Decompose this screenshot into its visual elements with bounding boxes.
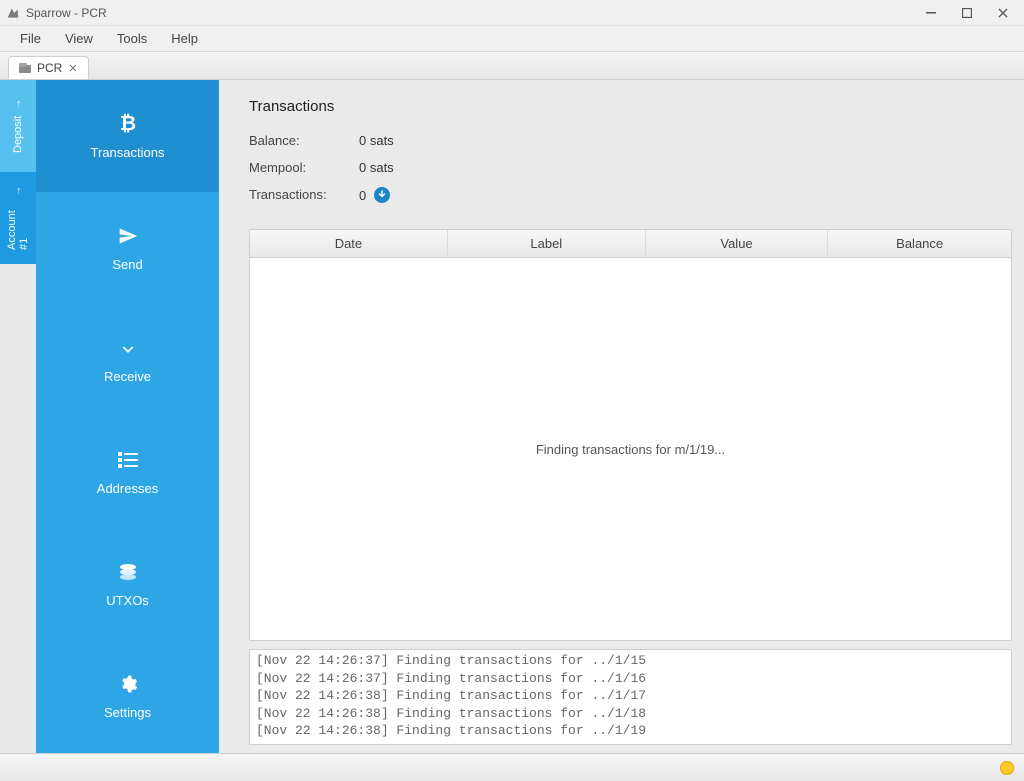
window-close-button[interactable] [986, 3, 1020, 23]
transactions-count-label: Transactions: [249, 187, 349, 203]
rail-account-label: Account #1 [6, 202, 30, 250]
rail-tab-account[interactable]: Account #1 → [0, 172, 36, 264]
vertical-rail: Deposit → Account #1 → [0, 80, 36, 753]
bitcoin-icon: ₿ [117, 113, 139, 135]
balance-value: 0 sats [359, 133, 479, 148]
send-icon [117, 225, 139, 247]
summary-grid: Balance: 0 sats Mempool: 0 sats Transact… [249, 133, 1012, 203]
content-area: Transactions Balance: 0 sats Mempool: 0 … [219, 80, 1024, 753]
window-title: Sparrow - PCR [26, 6, 107, 20]
table-header: Date Label Value Balance [250, 230, 1011, 258]
sidebar-item-label: Transactions [91, 145, 165, 160]
sidebar-item-label: Addresses [97, 481, 158, 496]
menubar: File View Tools Help [0, 26, 1024, 52]
sidebar-item-label: Settings [104, 705, 151, 720]
wallet-tab-label: PCR [37, 61, 62, 75]
svg-text:₿: ₿ [119, 113, 135, 135]
statusbar [0, 753, 1024, 781]
rail-tab-deposit[interactable]: Deposit → [0, 80, 36, 172]
wallet-tabstrip: PCR ✕ [0, 52, 1024, 80]
sidebar-item-send[interactable]: Send [36, 192, 219, 304]
page-title: Transactions [249, 98, 1012, 115]
list-icon [117, 449, 139, 471]
sidebar-item-addresses[interactable]: Addresses [36, 416, 219, 528]
balance-label: Balance: [249, 133, 349, 148]
wallet-tab-pcr[interactable]: PCR ✕ [8, 56, 89, 79]
transactions-count-value: 0 [359, 188, 366, 203]
column-date[interactable]: Date [250, 230, 448, 257]
table-body: Finding transactions for m/1/19... [250, 258, 1011, 640]
close-icon[interactable]: ✕ [68, 62, 77, 75]
column-value[interactable]: Value [646, 230, 829, 257]
sidebar-item-label: Send [112, 257, 142, 272]
transactions-table: Date Label Value Balance Finding transac… [249, 229, 1012, 641]
sidebar-item-utxos[interactable]: UTXOs [36, 528, 219, 640]
arrow-icon: → [13, 99, 24, 109]
column-label[interactable]: Label [448, 230, 646, 257]
window-minimize-button[interactable] [914, 3, 948, 23]
sidebar-item-label: Receive [104, 369, 151, 384]
menu-tools[interactable]: Tools [107, 28, 157, 49]
refresh-icon[interactable] [374, 187, 390, 203]
rail-deposit-label: Deposit [12, 115, 24, 152]
mempool-value: 0 sats [359, 160, 479, 175]
arrow-icon: → [13, 186, 24, 196]
sidebar-item-label: UTXOs [106, 593, 149, 608]
titlebar: Sparrow - PCR [0, 0, 1024, 26]
mempool-label: Mempool: [249, 160, 349, 175]
menu-view[interactable]: View [55, 28, 103, 49]
connection-status-icon[interactable] [1000, 761, 1014, 775]
wallet-icon [19, 63, 31, 73]
column-balance[interactable]: Balance [828, 230, 1011, 257]
receive-icon [117, 337, 139, 359]
gear-icon [117, 673, 139, 695]
menu-file[interactable]: File [10, 28, 51, 49]
sidebar: ₿ Transactions Send Receive Addresses [36, 80, 219, 753]
log-panel[interactable]: [Nov 22 14:26:37] Finding transactions f… [249, 649, 1012, 745]
coins-icon [117, 561, 139, 583]
app-icon [6, 6, 20, 20]
sidebar-item-receive[interactable]: Receive [36, 304, 219, 416]
sidebar-item-settings[interactable]: Settings [36, 640, 219, 752]
loading-text: Finding transactions for m/1/19... [536, 442, 725, 457]
window-maximize-button[interactable] [950, 3, 984, 23]
sidebar-item-transactions[interactable]: ₿ Transactions [36, 80, 219, 192]
menu-help[interactable]: Help [161, 28, 208, 49]
